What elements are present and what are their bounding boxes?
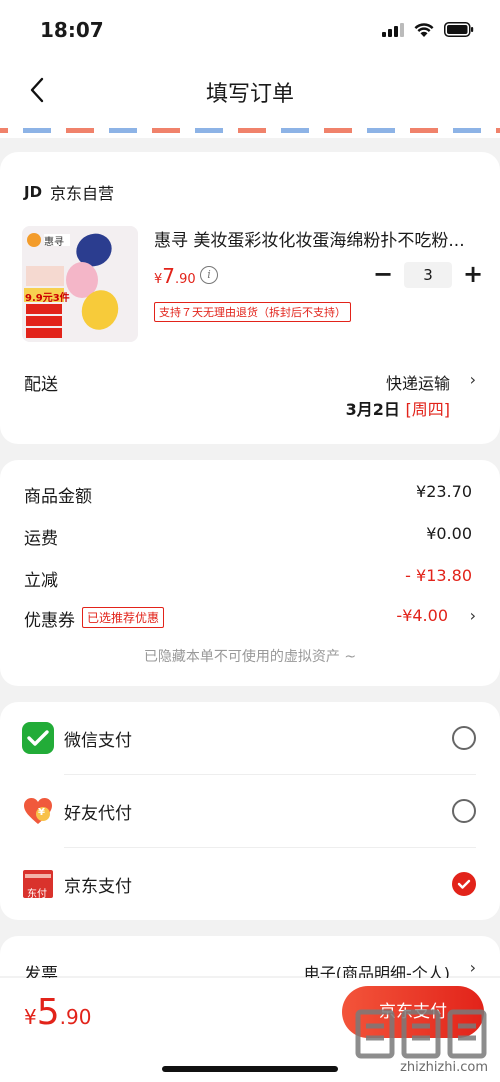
- page-title: 填写订单: [205, 82, 294, 107]
- payment-option-jd[interactable]: 东付 京东支付: [0, 848, 500, 920]
- product-image[interactable]: 惠寻 9.9元3件: [22, 226, 138, 342]
- invoice-card[interactable]: 发票 电子(商品明细-个人) ›: [0, 936, 500, 985]
- wifi-icon: [414, 22, 434, 37]
- quantity-stepper: − 3 +: [370, 262, 486, 288]
- friend-pay-icon-text: ¥: [38, 807, 45, 818]
- status-icons: [382, 22, 474, 37]
- price-row-goods: 商品金额 ¥23.70: [24, 482, 472, 507]
- payment-option-friend[interactable]: ¥ 好友代付: [0, 775, 500, 847]
- home-indicator: [162, 1066, 338, 1072]
- increase-button[interactable]: +: [460, 262, 486, 288]
- radio-jd[interactable]: [452, 872, 476, 896]
- quantity-input[interactable]: 3: [404, 262, 452, 288]
- decrease-button[interactable]: −: [370, 262, 396, 288]
- radio-wechat[interactable]: [452, 726, 476, 750]
- payment-option-wechat[interactable]: 微信支付: [0, 702, 500, 774]
- checkout-bar: ¥ 5 .90 京东支付 zhizhizhi.com: [0, 978, 500, 1082]
- wechat-pay-icon: [22, 722, 54, 754]
- status-time: 18:07: [40, 18, 104, 42]
- chevron-right-icon[interactable]: ›: [470, 370, 476, 389]
- chevron-right-icon[interactable]: ›: [470, 606, 476, 625]
- battery-icon: [444, 22, 474, 37]
- delivery-date[interactable]: 3月2日 [周四]: [346, 396, 450, 420]
- return-policy-tag: 支持７天无理由退货（拆封后不支持）: [154, 302, 351, 322]
- signal-icon: [382, 22, 404, 37]
- total-price: ¥ 5 .90: [24, 992, 92, 1033]
- check-icon: [457, 879, 471, 889]
- product-title[interactable]: 惠寻 美妆蛋彩妆化妆蛋海绵粉扑不吃粉...: [154, 226, 474, 251]
- nav-bar: 填写订单: [0, 60, 500, 122]
- jd-logo: JD: [24, 183, 43, 201]
- price-row-shipping: 运费 ¥0.00: [24, 524, 472, 549]
- hidden-assets-note[interactable]: 已隐藏本单不可使用的虚拟资产 ~: [0, 646, 500, 666]
- status-bar: 18:07: [0, 0, 500, 60]
- jd-pay-icon-text: 东付: [27, 889, 47, 900]
- product-image-brand: 惠寻: [44, 237, 64, 248]
- product-price: ¥ 7 .90: [154, 264, 196, 288]
- product-image-promo: 9.9元3件: [25, 293, 70, 304]
- watermark-text: zhizhizhi.com: [400, 1060, 488, 1075]
- price-summary-card: 商品金额 ¥23.70 运费 ¥0.00 立减 - ¥13.80 优惠券 已选推…: [0, 460, 500, 686]
- payment-methods-card: 微信支付 ¥ 好友代付 东付 京东支付: [0, 702, 500, 920]
- shop-name: 京东自营: [50, 184, 115, 203]
- shop-header: JD 京东自营: [24, 180, 114, 204]
- price-row-coupon[interactable]: 优惠券 已选推荐优惠 -¥4.00 ›: [24, 606, 476, 636]
- price-row-discount: 立减 - ¥13.80: [24, 566, 472, 591]
- info-icon[interactable]: i: [200, 266, 218, 284]
- coupon-tag: 已选推荐优惠: [82, 607, 165, 628]
- chevron-right-icon[interactable]: ›: [470, 958, 476, 977]
- shipping-label: 配送: [24, 375, 58, 395]
- shipping-method[interactable]: 快递运输: [386, 370, 450, 394]
- radio-friend[interactable]: [452, 799, 476, 823]
- envelope-stripe: [0, 122, 500, 138]
- order-item-card: JD 京东自营 惠寻 9.9元3件 惠寻 美妆蛋彩妆化妆蛋海绵粉扑不吃粉... …: [0, 152, 500, 444]
